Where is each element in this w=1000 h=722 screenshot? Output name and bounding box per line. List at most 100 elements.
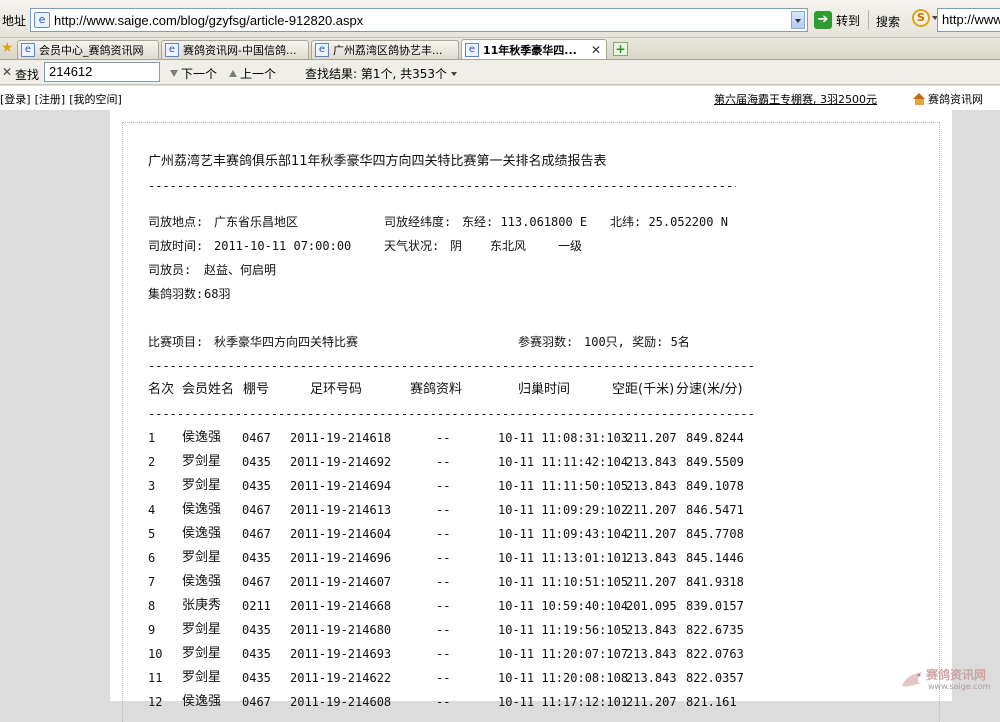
- toolbar-separator: [868, 10, 869, 30]
- table-row: 1 侯逸强 0467 2011-19-214618 -- 10-11 11:08:31:1…: [148, 426, 754, 450]
- col-name: 会员姓名: [182, 382, 235, 397]
- pigeon-info-cell: --: [436, 431, 451, 445]
- my-space-link[interactable]: [我的空间]: [69, 91, 122, 107]
- go-button[interactable]: ➔ 转到: [814, 9, 860, 31]
- rank-cell: 12: [148, 695, 163, 709]
- member-name-cell: 侯逸强: [182, 526, 222, 541]
- pigeon-info-cell: --: [436, 503, 451, 517]
- member-name-cell: 罗剑星: [182, 670, 222, 685]
- wind-level: 一级: [558, 239, 583, 253]
- release-place-label: 司放地点:: [148, 215, 204, 229]
- distance-cell: 211.207: [626, 695, 677, 709]
- promo-link[interactable]: 第六届海霸王专棚赛, 3羽2500元: [714, 91, 877, 107]
- distance-cell: 201.095: [626, 599, 677, 613]
- close-icon[interactable]: ✕: [2, 65, 12, 79]
- site-home-link[interactable]: 赛鸽资讯网: [913, 91, 983, 107]
- tab-label: 广州荔湾区鸽协艺丰...: [333, 44, 443, 57]
- return-time-cell: 10-11 11:11:50:105: [498, 479, 629, 493]
- distance-cell: 213.843: [626, 479, 677, 493]
- arrow-down-icon: [170, 70, 178, 77]
- results-table: 1 侯逸强 0467 2011-19-214618 -- 10-11 11:08:31:1…: [148, 426, 754, 714]
- find-next-label: 下一个: [181, 67, 218, 81]
- return-time-cell: 10-11 10:59:40:104: [498, 599, 629, 613]
- divider: ----------------------------------------…: [148, 407, 754, 421]
- page-icon: e: [34, 12, 50, 28]
- tab-label: 11年秋季豪华四...: [483, 43, 577, 57]
- member-name-cell: 侯逸强: [182, 502, 222, 517]
- page-icon: e: [21, 43, 35, 57]
- col-rank: 名次: [148, 382, 175, 397]
- find-input[interactable]: 214612: [44, 62, 160, 82]
- chevron-down-icon: [451, 71, 458, 76]
- go-arrow-icon: ➔: [814, 11, 832, 29]
- watermark-name: 赛鸽资讯网: [926, 668, 987, 682]
- ring-number-cell: 2011-19-214613: [290, 503, 392, 517]
- page-icon: e: [165, 43, 179, 57]
- rank-cell: 10: [148, 647, 163, 661]
- register-link[interactable]: [注册]: [35, 91, 66, 107]
- speed-cell: 849.5509: [686, 455, 744, 469]
- login-link[interactable]: [登录]: [0, 91, 31, 107]
- tab-liwan-association[interactable]: e 广州荔湾区鸽协艺丰...: [311, 40, 459, 59]
- ring-number-cell: 2011-19-214692: [290, 455, 392, 469]
- member-name-cell: 罗剑星: [182, 454, 222, 469]
- tab-active-report[interactable]: e 11年秋季豪华四... ✕: [461, 39, 607, 59]
- divider: ----------------------------------------…: [148, 179, 736, 193]
- report-title: 广州荔湾艺丰赛鸽俱乐部11年秋季豪华四方向四关特比赛第一关排名成绩报告表: [148, 154, 607, 169]
- page-icon: e: [315, 43, 329, 57]
- col-dist: 空距(千米): [612, 382, 675, 397]
- col-ring: 足环号码: [310, 382, 363, 397]
- release-time-label: 司放时间:: [148, 239, 204, 253]
- find-next-button[interactable]: 下一个: [170, 65, 217, 82]
- table-row: 11 罗剑星 0435 2011-19-214622 -- 10-11 11:20:08:…: [148, 666, 754, 690]
- rank-cell: 6: [148, 551, 156, 565]
- member-name-cell: 侯逸强: [182, 430, 222, 445]
- return-time-cell: 10-11 11:20:07:107: [498, 647, 629, 661]
- loft-number-cell: 0435: [242, 671, 271, 685]
- loft-number-cell: 0435: [242, 551, 271, 565]
- coords-label: 司放经纬度:: [384, 215, 452, 229]
- find-prev-button[interactable]: 上一个: [229, 65, 276, 82]
- table-row: 8 张庚秀 0211 2011-19-214668 -- 10-11 10:59:40:1…: [148, 594, 754, 618]
- arrow-up-icon: [229, 70, 237, 77]
- tab-member-center[interactable]: e 会员中心_赛鸽资讯网: [17, 40, 159, 59]
- distance-cell: 213.843: [626, 455, 677, 469]
- return-time-cell: 10-11 11:08:31:103: [498, 431, 629, 445]
- tab-label: 赛鸽资讯网-中国信鸽...: [183, 44, 297, 57]
- table-row: 7 侯逸强 0467 2011-19-214607 -- 10-11 11:10:51:1…: [148, 570, 754, 594]
- address-url[interactable]: http://www.saige.com/blog/gzyfsg/article…: [54, 13, 363, 28]
- table-row: 3 罗剑星 0435 2011-19-214694 -- 10-11 11:11:50:1…: [148, 474, 754, 498]
- rank-cell: 3: [148, 479, 156, 493]
- speed-cell: 845.7708: [686, 527, 744, 541]
- find-result-menu[interactable]: 查找结果: 第1个, 共353个: [305, 65, 458, 82]
- table-header: 名次 会员姓名 棚号 足环号码 赛鸽资料 归巢时间 空距(千米) 分速(米/分): [148, 378, 754, 402]
- loft-number-cell: 0435: [242, 623, 271, 637]
- distance-cell: 213.843: [626, 647, 677, 661]
- search-input[interactable]: http://www.: [937, 8, 1000, 32]
- search-button[interactable]: 搜索: [876, 13, 900, 30]
- info-row-releaser: 司放员: 赵益、何启明: [148, 258, 754, 282]
- ring-number-cell: 2011-19-214608: [290, 695, 392, 709]
- close-icon[interactable]: ✕: [591, 43, 601, 57]
- ring-number-cell: 2011-19-214680: [290, 623, 392, 637]
- return-time-cell: 10-11 11:13:01:101: [498, 551, 629, 565]
- search-engine-selector[interactable]: S: [912, 9, 938, 27]
- member-name-cell: 侯逸强: [182, 574, 222, 589]
- info-row-count: 集鸽羽数: 68羽: [148, 282, 754, 306]
- info-row-time: 司放时间: 2011-10-11 07:00:00 天气状况: 阴 东北风 一级: [148, 234, 754, 258]
- favorites-star-icon[interactable]: ★: [1, 41, 15, 55]
- distance-cell: 211.207: [626, 431, 677, 445]
- distance-cell: 211.207: [626, 503, 677, 517]
- address-toolbar: 地址 e http://www.saige.com/blog/gzyfsg/ar…: [0, 0, 1000, 38]
- rank-cell: 11: [148, 671, 163, 685]
- address-dropdown-icon[interactable]: [791, 11, 805, 29]
- speed-cell: 822.0763: [686, 647, 744, 661]
- wind: 东北风: [490, 239, 527, 253]
- address-input[interactable]: e http://www.saige.com/blog/gzyfsg/artic…: [30, 8, 808, 32]
- tab-saige-news[interactable]: e 赛鸽资讯网-中国信鸽...: [161, 40, 309, 59]
- count-label: 集鸽羽数:: [148, 287, 204, 301]
- ring-number-cell: 2011-19-214607: [290, 575, 392, 589]
- pigeon-info-cell: --: [436, 575, 451, 589]
- table-row: 6 罗剑星 0435 2011-19-214696 -- 10-11 11:13:01:1…: [148, 546, 754, 570]
- new-tab-icon[interactable]: +: [613, 42, 628, 56]
